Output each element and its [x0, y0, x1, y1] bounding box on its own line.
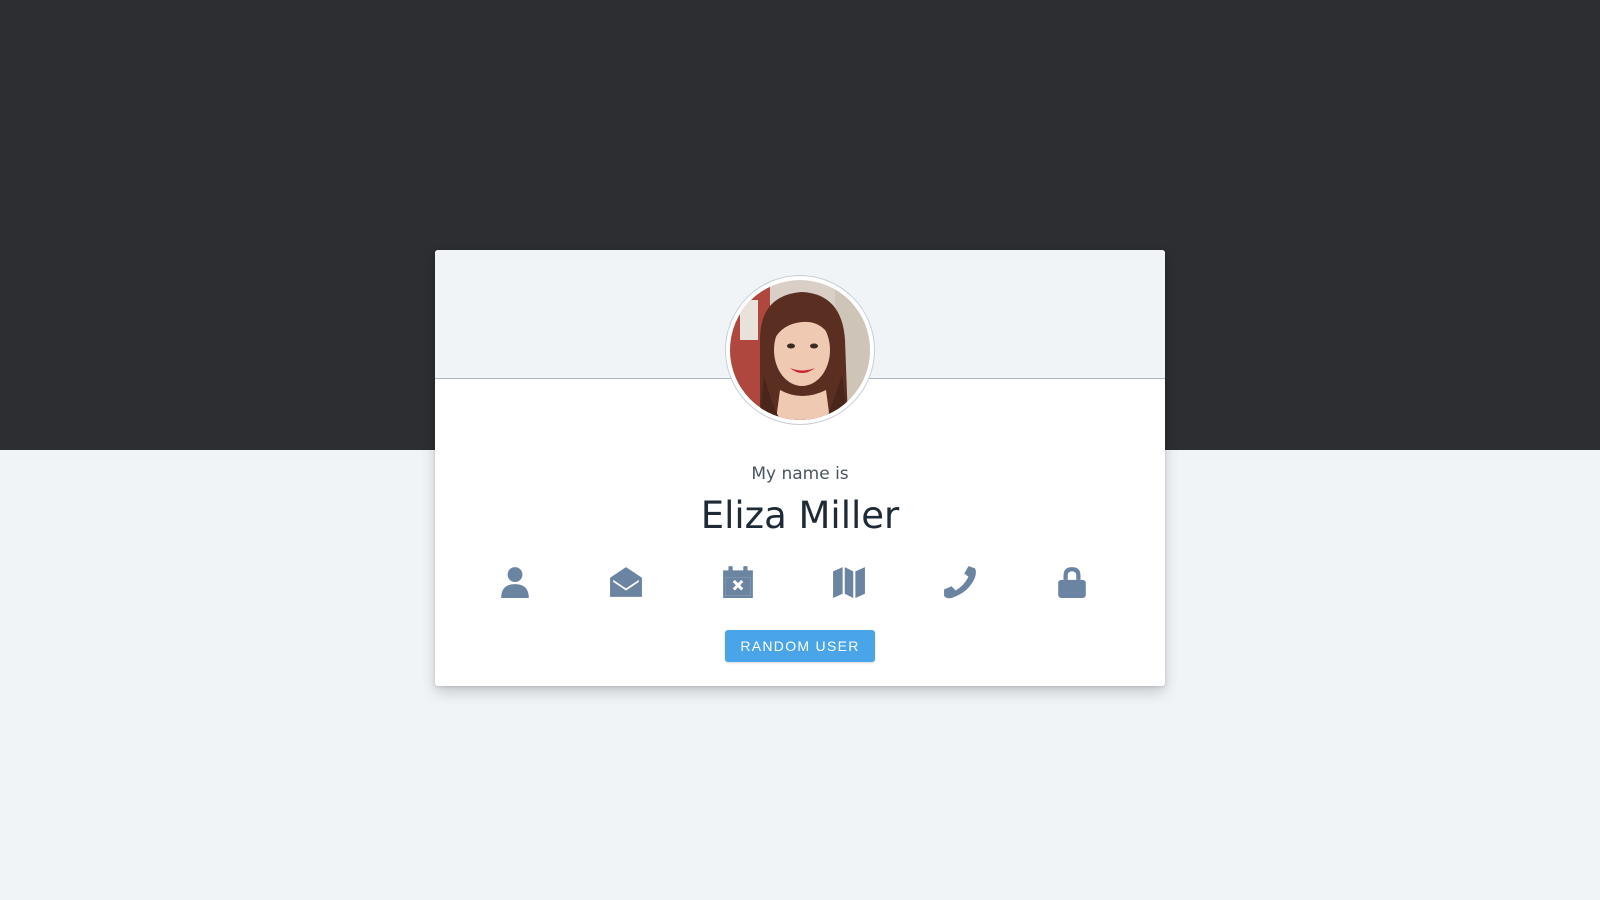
user-icon[interactable] [495, 562, 535, 602]
calendar-x-icon[interactable] [718, 562, 758, 602]
user-card: My name is Eliza Miller RANDOM USER [435, 250, 1165, 686]
avatar-frame [725, 275, 875, 425]
map-icon[interactable] [829, 562, 869, 602]
phone-icon[interactable] [940, 562, 980, 602]
info-label: My name is [751, 464, 849, 484]
lock-icon[interactable] [1052, 562, 1092, 602]
random-user-button[interactable]: RANDOM USER [725, 630, 875, 662]
avatar [730, 280, 870, 420]
avatar-photo [730, 280, 870, 420]
info-value: Eliza Miller [700, 494, 900, 537]
envelope-open-icon[interactable] [606, 562, 646, 602]
info-icons-row [435, 562, 1165, 602]
